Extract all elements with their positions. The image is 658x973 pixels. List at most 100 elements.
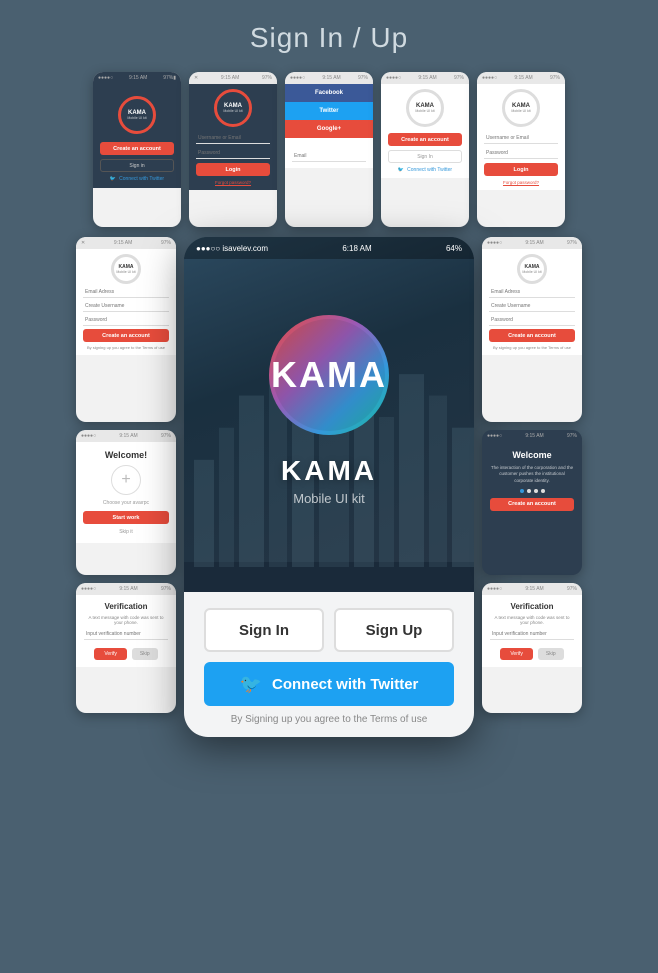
skip-btn-r[interactable]: Skip [538,648,564,660]
signin-btn-1[interactable]: Sign in [100,159,174,172]
dots-row [490,489,574,493]
kama-logo-5: KAMA Mobile UI kit [502,89,540,127]
main-app-subtitle: Mobile UI kit [293,491,365,506]
left-col: ✕9:15 AM97% KAMA Mobile UI kit Create an… [76,237,176,713]
phone-verification: ●●●●○9:15 AM97% Verification A text mess… [76,583,176,713]
logo-area: KAMA KAMA Mobile UI kit [184,259,474,592]
password-field-2[interactable] [196,148,270,159]
status-bar-4: ●●●●○9:15 AM97% [381,72,469,84]
dot-3 [534,489,538,493]
create-btn-reg[interactable]: Create an account [83,329,169,342]
verification-content: Verification A text message with code wa… [76,595,176,667]
terms-reg-r: By signing up you agree to the Terms of … [493,345,571,350]
signin-btn-4[interactable]: Sign In [388,150,462,163]
verif-input[interactable] [84,629,168,640]
main-twitter-btn[interactable]: 🐦 Connect with Twitter [204,662,454,706]
main-footer: Sign In Sign Up 🐦 Connect with Twitter B… [184,592,474,737]
kama-logo-reg-r: KAMA Mobile UI kit [517,254,547,284]
status-bar-1: ●●●●○9:15 AM97%▮ [93,72,181,84]
password-field-5[interactable] [484,148,558,159]
google-btn[interactable]: Google+ [285,120,373,138]
welcome2-desc: The interaction of the corporation and t… [490,465,574,484]
welcome2-title: Welcome [490,450,574,460]
twitter-icon-1: 🐦 [110,176,116,182]
status-bar-2: ✕9:15 AM97% [189,72,277,84]
login-btn-2[interactable]: Login [196,163,270,176]
verification-r-desc: A text message with code was sent to you… [490,615,574,625]
phone-1-content: KAMA Mobile UI kit Create an account Sig… [93,84,181,188]
kama-logo-2: KAMA Mobile UI kit [214,89,252,127]
status-left: ●●●○○ isavelev.com [196,244,268,253]
username-reg-r[interactable] [489,301,575,312]
skip-btn[interactable]: Skip [132,648,158,660]
status-bar-5: ●●●●○9:15 AM97% [477,72,565,84]
verification-desc: A text message with code was sent to you… [84,615,168,625]
main-signin-btn[interactable]: Sign In [204,608,324,652]
email-field-3[interactable] [292,151,366,162]
username-field-2[interactable] [196,133,270,144]
phone-5-content: KAMA Mobile UI kit Login Forgot password… [477,84,565,190]
email-reg[interactable] [83,287,169,298]
password-reg-r[interactable] [489,315,575,326]
username-reg[interactable] [83,301,169,312]
create-account-btn-4[interactable]: Create an account [388,133,462,146]
create-btn-reg-r[interactable]: Create an account [489,329,575,342]
forgot-link-5[interactable]: Forgot password? [503,180,539,185]
avatar-plus[interactable]: + [111,465,141,495]
twitter-bird-icon: 🐦 [240,674,262,695]
signin-signup-row: Sign In Sign Up [204,608,454,652]
status-bar-3: ●●●●○9:15 AM97% [285,72,373,84]
verification-r-content: Verification A text message with code wa… [482,595,582,667]
register-content: KAMA Mobile UI kit Create an account By … [76,249,176,355]
create-btn-welcome2[interactable]: Create an account [490,498,574,511]
verification-r-title: Verification [490,602,574,611]
middle-section: ✕9:15 AM97% KAMA Mobile UI kit Create an… [0,227,658,747]
verify-btn[interactable]: Verify [94,648,127,660]
start-btn[interactable]: Start work [83,511,169,524]
welcome2-content: Welcome The interaction of the corporati… [482,442,582,519]
twitter-link-1[interactable]: 🐦 Connect with Twitter [110,176,164,182]
terms-reg: By signing up you agree to the Terms of … [87,345,165,350]
phone-register: ✕9:15 AM97% KAMA Mobile UI kit Create an… [76,237,176,422]
main-kama-circle: KAMA [269,315,389,435]
main-kama-title: KAMA [271,354,387,396]
welcome-title: Welcome! [105,450,147,460]
phone-3: ●●●●○9:15 AM97% Facebook Twitter Google+ [285,72,373,227]
phone-1: ●●●●○9:15 AM97%▮ KAMA Mobile UI kit Crea… [93,72,181,227]
choose-text: Choose your avaırpc [103,500,149,506]
forgot-link-2[interactable]: Forgot password? [215,180,251,185]
main-status-bar: ●●●○○ isavelev.com 6:18 AM 64% [184,237,474,259]
login-btn-5[interactable]: Login [484,163,558,176]
twitter-link-4[interactable]: 🐦 Connect with Twitter [398,167,452,173]
terms-text: By Signing up you agree to the Terms of … [204,714,454,725]
phone-welcome2: ●●●●○9:15 AM97% Welcome The interaction … [482,430,582,575]
twitter-icon-4: 🐦 [398,167,404,173]
status-bar-welcome2: ●●●●○9:15 AM97% [482,430,582,442]
welcome-content: Welcome! + Choose your avaırpc Start wor… [76,442,176,543]
dot-1 [520,489,524,493]
verif-input-r[interactable] [490,629,574,640]
username-field-5[interactable] [484,133,558,144]
facebook-btn[interactable]: Facebook [285,84,373,102]
phone-2-content: KAMA Mobile UI kit Login Forgot password… [189,84,277,190]
right-col: ●●●●○9:15 AM97% KAMA Mobile UI kit Creat… [482,237,582,713]
phone-4-content: KAMA Mobile UI kit Create an account Sig… [381,84,469,178]
phone-2: ✕9:15 AM97% KAMA Mobile UI kit Login For… [189,72,277,227]
phone-3-content: Facebook Twitter Google+ [285,84,373,168]
status-bar-verif: ●●●●○9:15 AM97% [76,583,176,595]
verify-btn-r[interactable]: Verify [500,648,533,660]
twitter-btn[interactable]: Twitter [285,102,373,120]
status-bar-welcome: ●●●●○9:15 AM97% [76,430,176,442]
kama-sub-1: Mobile UI kit [127,116,146,120]
create-account-btn-1[interactable]: Create an account [100,142,174,155]
skip-link[interactable]: Skip it [119,529,133,535]
main-signup-btn[interactable]: Sign Up [334,608,454,652]
password-reg[interactable] [83,315,169,326]
status-time: 6:18 AM [342,244,371,253]
phone-register-r: ●●●●○9:15 AM97% KAMA Mobile UI kit Creat… [482,237,582,422]
verification-title: Verification [84,602,168,611]
top-phone-row: ●●●●○9:15 AM97%▮ KAMA Mobile UI kit Crea… [0,72,658,227]
status-battery: 64% [446,244,462,253]
email-reg-r[interactable] [489,287,575,298]
status-bar-reg: ✕9:15 AM97% [76,237,176,249]
